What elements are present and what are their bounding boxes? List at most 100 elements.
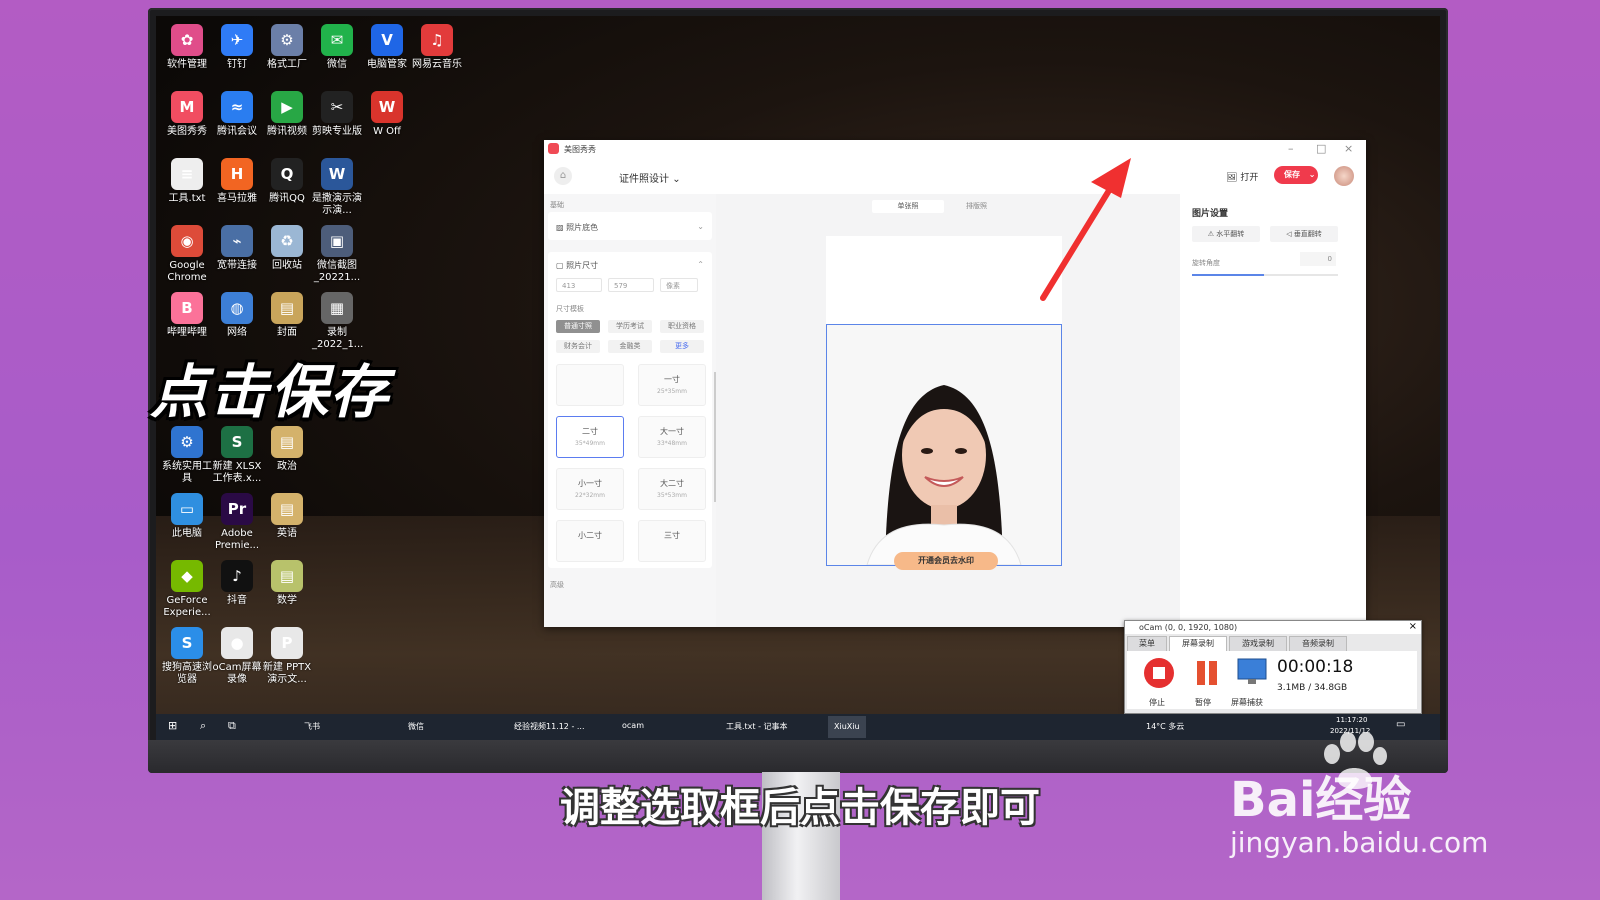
taskbar-app[interactable]: 微信	[408, 721, 424, 732]
desktop-icon[interactable]: Q 腾讯QQ	[262, 158, 312, 205]
desktop-icon[interactable]: W W Off	[362, 91, 412, 138]
pause-icon[interactable]	[1191, 657, 1223, 689]
task-view-icon[interactable]: ⧉	[228, 719, 236, 733]
desktop-icon[interactable]: ▣ 微信截图_20221...	[312, 225, 362, 284]
screen-capture-icon[interactable]	[1235, 655, 1269, 689]
desktop-icon[interactable]: ▭ 此电脑	[162, 493, 212, 540]
desktop-icon[interactable]: S 新建 XLSX 工作表.x...	[212, 426, 262, 485]
desktop-icon[interactable]: ✿ 软件管理	[162, 24, 212, 71]
size-card[interactable]: 大二寸 35*53mm	[638, 468, 706, 510]
clock[interactable]: 11:17:20	[1336, 716, 1367, 724]
member-watermark-button[interactable]: 开通会员去水印	[894, 552, 998, 570]
template-chip[interactable]: 金融类	[608, 340, 652, 353]
desktop-icon[interactable]: ⚙ 系统实用工具	[162, 426, 212, 485]
avatar[interactable]	[1334, 166, 1354, 186]
search-icon[interactable]: ⌕	[200, 719, 206, 733]
height-input[interactable]: 579	[608, 278, 654, 292]
desktop-icon[interactable]: ● oCam屏幕录像	[212, 627, 262, 686]
desktop-icon[interactable]: ⚙ 格式工厂	[262, 24, 312, 71]
app-icon: ⌁	[221, 225, 253, 257]
taskbar-app[interactable]: 工具.txt - 记事本	[726, 721, 788, 732]
taskbar-app[interactable]: 飞书	[304, 721, 320, 732]
desktop-icon[interactable]: ▤ 英语	[262, 493, 312, 540]
taskbar-app[interactable]: XiuXiu	[828, 716, 866, 738]
template-chip[interactable]: 普通寸照	[556, 320, 600, 333]
minimize-icon[interactable]: –	[1288, 142, 1294, 155]
close-icon[interactable]: ×	[1409, 621, 1417, 632]
tool-title-dropdown[interactable]: 证件照设计 ⌄	[619, 170, 681, 185]
desktop-icon[interactable]: B 哔哩哔哩	[162, 292, 212, 339]
slider-fill	[1192, 274, 1264, 276]
flip-horizontal-button[interactable]: ⚠ 水平翻转	[1192, 226, 1260, 242]
desktop-icon[interactable]: ≡ 工具.txt	[162, 158, 212, 205]
tab-layout[interactable]: 排版照	[966, 200, 987, 213]
desktop-icon[interactable]: ♫ 网易云音乐	[412, 24, 462, 71]
desktop-icon[interactable]: ▤ 政治	[262, 426, 312, 473]
home-icon[interactable]: ⌂	[554, 167, 572, 185]
ocam-tab[interactable]: 音频录制	[1289, 636, 1347, 652]
ocam-tab[interactable]: 游戏录制	[1229, 636, 1287, 652]
size-card[interactable]	[556, 364, 624, 406]
template-chip[interactable]: 财务会计	[556, 340, 600, 353]
desktop-icon-label: 网络	[227, 327, 247, 338]
close-icon[interactable]: ×	[1344, 142, 1353, 155]
width-input[interactable]: 413	[556, 278, 602, 292]
ocam-tab[interactable]: 屏幕录制	[1169, 636, 1227, 652]
template-chip[interactable]: 职业资格	[660, 320, 704, 333]
desktop-icon[interactable]: P 新建 PPTX 演示文...	[262, 627, 312, 686]
rotate-slider[interactable]	[1192, 274, 1338, 276]
desktop-icon[interactable]: W 是撒演示演示演...	[312, 158, 362, 217]
chevron-up-icon[interactable]: ⌃	[697, 260, 704, 269]
stop-icon[interactable]	[1143, 657, 1175, 689]
taskbar-app[interactable]: 经验视频11.12 - ...	[514, 721, 585, 732]
weather[interactable]: 14°C 多云	[1146, 721, 1184, 732]
desktop-icon[interactable]: ▤ 数学	[262, 560, 312, 607]
size-card[interactable]: 大一寸 33*48mm	[638, 416, 706, 458]
start-icon[interactable]: ⊞	[168, 719, 177, 732]
desktop-icon[interactable]: ▶ 腾讯视频	[262, 91, 312, 138]
desktop-icon[interactable]: ✂ 剪映专业版	[312, 91, 362, 138]
size-card[interactable]: 小一寸 22*32mm	[556, 468, 624, 510]
desktop-icon[interactable]: Pr Adobe Premie...	[212, 493, 262, 552]
maximize-icon[interactable]: □	[1316, 142, 1326, 155]
desktop-icon[interactable]: S 搜狗高速浏览器	[162, 627, 212, 686]
bg-color-panel[interactable]: ▨ 照片底色 ⌄	[548, 212, 712, 240]
size-card[interactable]: 一寸 25*35mm	[638, 364, 706, 406]
app-icon: Pr	[221, 493, 253, 525]
unit-select[interactable]: 像素	[660, 278, 698, 292]
desktop-icon[interactable]: V 电脑管家	[362, 24, 412, 71]
tab-single[interactable]: 单张照	[872, 200, 944, 213]
app-icon: ▤	[271, 292, 303, 324]
desktop-icon[interactable]: ≈ 腾讯会议	[212, 91, 262, 138]
desktop-icon[interactable]: ◆ GeForce Experie...	[162, 560, 212, 619]
size-card[interactable]: 小二寸	[556, 520, 624, 562]
ocam-tab[interactable]: 菜单	[1127, 636, 1167, 652]
size-card[interactable]: 二寸 35*49mm	[556, 416, 624, 458]
desktop-icon[interactable]: ▤ 封面	[262, 292, 312, 339]
save-button[interactable]: 保存 ⌄	[1274, 166, 1318, 184]
app-icon: ◉	[171, 225, 203, 257]
app-icon: ✉	[321, 24, 353, 56]
desktop-icon[interactable]: ◍ 网络	[212, 292, 262, 339]
desktop-icon[interactable]: ⌁ 宽带连接	[212, 225, 262, 272]
rotate-input[interactable]: 0	[1300, 252, 1336, 266]
desktop-icon[interactable]: ✈ 钉钉	[212, 24, 262, 71]
desktop-icon[interactable]: ♻ 回收站	[262, 225, 312, 272]
size-card[interactable]: 三寸	[638, 520, 706, 562]
desktop-icon[interactable]: M 美图秀秀	[162, 91, 212, 138]
meitu-window: 美图秀秀 – □ × ⌂ 证件照设计 ⌄ 🖼 打开 保存 ⌄ 基础 ▨ 照片底色…	[544, 140, 1366, 627]
desktop-icon-label: 微信	[327, 59, 347, 70]
desktop-icon[interactable]: ♪ 抖音	[212, 560, 262, 607]
notification-icon[interactable]: ▭	[1396, 719, 1405, 730]
flip-vertical-button[interactable]: ◁ 垂直翻转	[1270, 226, 1338, 242]
desktop-icon[interactable]: ✉ 微信	[312, 24, 362, 71]
taskbar-app[interactable]: ocam	[622, 721, 644, 730]
template-chip[interactable]: 学历考试	[608, 320, 652, 333]
template-chip[interactable]: 更多	[660, 340, 704, 353]
desktop-icon[interactable]: ◉ Google Chrome	[162, 225, 212, 284]
desktop-icon[interactable]: H 喜马拉雅	[212, 158, 262, 205]
red-arrow-annotation	[1040, 158, 1131, 301]
open-button[interactable]: 🖼 打开	[1226, 170, 1258, 183]
crop-selection-box[interactable]	[826, 324, 1062, 566]
desktop-icon[interactable]: ▦ 录制_2022_1...	[312, 292, 363, 351]
